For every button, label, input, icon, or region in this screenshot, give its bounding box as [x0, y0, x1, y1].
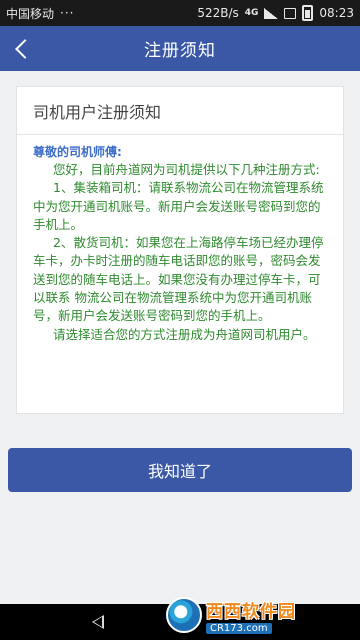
sim-icon	[284, 7, 297, 19]
paragraph-bulk-driver: 2、散货司机：如果您在上海路停车场已经办理停车卡，办卡时注册的随车电话即您的账号…	[33, 235, 324, 324]
network-type: 4G	[244, 7, 259, 18]
battery-icon	[302, 5, 314, 21]
status-bar: 中国移动 ··· 522B/s 4G 08:23	[0, 0, 360, 26]
back-button[interactable]	[15, 26, 54, 71]
paragraph-intro: 您好，目前舟道网为司机提供以下几种注册方式:	[53, 162, 320, 177]
nav-bar: 注册须知	[0, 26, 360, 71]
carrier-label: 中国移动	[6, 6, 55, 21]
paragraph-closing: 请选择适合您的方式注册成为舟道网司机用户。	[53, 326, 316, 342]
watermark-sub: CR173.com	[206, 622, 272, 634]
status-left: 中国移动 ···	[6, 5, 74, 22]
watermark-text: 西西软件园 CR173.com	[206, 597, 296, 634]
greeting-text: 尊敬的司机师傅:	[33, 145, 122, 159]
confirm-button[interactable]: 我知道了	[8, 448, 352, 492]
paragraph-container-driver: 1、集装箱司机：请联系物流公司在物流管理系统中为您开通司机账号。新用户会发送账号…	[33, 180, 324, 232]
card-title: 司机用户注册须知	[17, 87, 343, 135]
watermark-logo-icon	[166, 597, 202, 633]
card-body: 尊敬的司机师傅: 您好，目前舟道网为司机提供以下几种注册方式: 1、集装箱司机：…	[17, 135, 343, 344]
clock: 08:23	[319, 6, 354, 20]
status-right: 522B/s 4G 08:23	[197, 5, 354, 21]
watermark: 西西软件园 CR173.com	[166, 590, 360, 640]
chevron-left-icon	[15, 38, 35, 59]
system-back-icon[interactable]	[92, 615, 104, 629]
notification-dots: ···	[60, 6, 75, 20]
network-speed: 522B/s	[197, 6, 239, 20]
page-title: 注册须知	[144, 41, 216, 61]
notice-card: 司机用户注册须知 尊敬的司机师傅: 您好，目前舟道网为司机提供以下几种注册方式:…	[16, 86, 344, 414]
signal-icon	[264, 7, 279, 19]
watermark-main: 西西软件园	[206, 601, 296, 622]
